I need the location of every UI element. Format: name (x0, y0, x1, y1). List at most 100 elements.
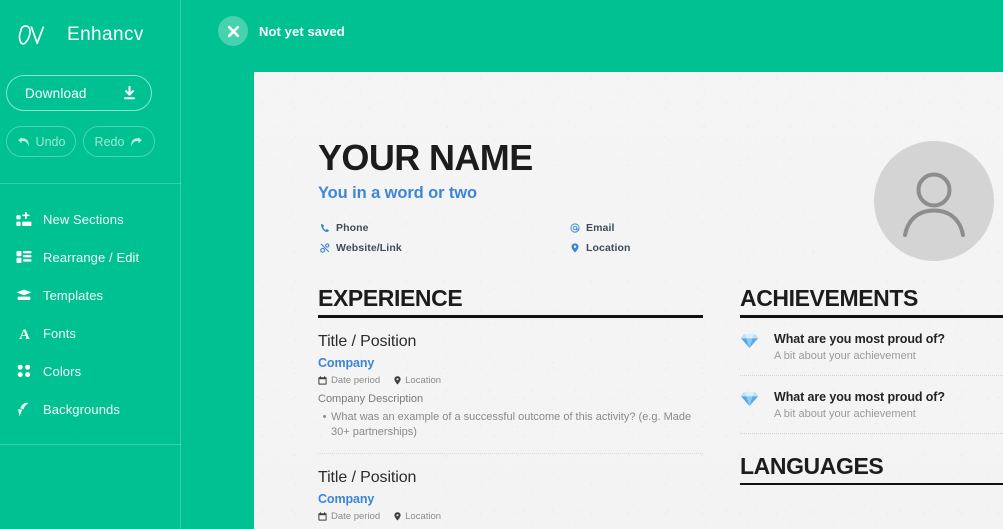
contact-website[interactable]: Website/Link (318, 238, 568, 258)
section-rule (318, 315, 703, 319)
entry-location: Location (405, 374, 442, 386)
entry-company: Company (318, 355, 375, 370)
layout-blocks-icon (14, 248, 34, 266)
contact-block: Phone Email Website/Link Location (318, 218, 718, 258)
contact-phone[interactable]: Phone (318, 218, 568, 238)
contact-label: Location (586, 242, 631, 254)
font-letter-a-icon: A (14, 324, 34, 342)
brand-logo-area[interactable]: Enhancv (18, 20, 144, 50)
sidebar-item-backgrounds[interactable]: Backgrounds (0, 390, 181, 428)
calendar-icon (318, 375, 327, 385)
add-section-icon (14, 210, 34, 228)
color-dots-icon (14, 362, 34, 380)
section-heading-achievements: ACHIEVEMENTS (740, 285, 918, 311)
resume-tagline[interactable]: You in a word or two (318, 184, 477, 203)
diamond-icon (740, 332, 762, 362)
entry-meta: Date period Location (318, 375, 703, 386)
achievement-divider (740, 432, 1003, 434)
contact-label: Website/Link (336, 242, 402, 254)
link-chain-icon (318, 243, 331, 253)
close-x-circle-icon (218, 16, 248, 46)
entry-company: Company (318, 491, 375, 506)
diamond-icon (740, 390, 762, 420)
sidebar-item-label: New Sections (43, 211, 124, 227)
bullet-dot-icon: • (322, 410, 327, 423)
bullet-text: What was an example of a successful outc… (331, 410, 692, 439)
sidebar-divider-top (0, 183, 181, 184)
achievements-column: ACHIEVEMENTS What are you most proud of?… (740, 285, 1003, 486)
achievement-subtitle: A bit about your achievement (774, 407, 916, 420)
entry-bullets: • What was an example of a successful ou… (318, 410, 703, 442)
section-heading-experience: EXPERIENCE (318, 285, 463, 311)
app-root: Enhancv Download Undo Redo New Sections … (0, 0, 1003, 529)
top-bar: Not yet saved (181, 0, 1003, 72)
contact-row: Website/Link Location (318, 238, 718, 258)
sidebar-item-label: Rearrange / Edit (43, 249, 140, 265)
experience-entry[interactable]: Title / Position Company Date period Loc… (318, 333, 703, 441)
resume-canvas[interactable]: YOUR NAME You in a word or two Phone Ema… (254, 72, 1003, 529)
entry-location: Location (405, 510, 442, 522)
save-status-label: Not yet saved (259, 23, 345, 39)
sidebar-item-label: Templates (43, 287, 104, 303)
map-pin-icon (568, 243, 581, 253)
contact-location[interactable]: Location (568, 238, 631, 258)
entry-title: Title / Position (318, 333, 417, 351)
achievement-item[interactable]: What are you most proud of? A bit about … (740, 390, 1003, 420)
sidebar-nav: New Sections Rearrange / Edit Templates … (0, 200, 181, 428)
redo-arrow-icon (130, 136, 143, 148)
undo-button-label: Undo (35, 134, 66, 149)
at-email-icon (568, 223, 581, 233)
entry-divider (318, 453, 703, 455)
entry-description: Company Description (318, 392, 424, 405)
enhancv-cv-logo-icon (18, 24, 58, 46)
sidebar-item-label: Colors (43, 363, 82, 379)
brand-name: Enhancv (67, 24, 144, 45)
avatar[interactable] (874, 141, 994, 261)
entry-date: Date period (331, 510, 381, 522)
sidebar-item-rearrange-edit[interactable]: Rearrange / Edit (0, 238, 181, 276)
achievement-item[interactable]: What are you most proud of? A bit about … (740, 332, 1003, 362)
sidebar-divider-bottom (0, 444, 181, 445)
download-icon (123, 86, 136, 100)
save-status-indicator[interactable]: Not yet saved (218, 16, 345, 46)
sidebar-item-fonts[interactable]: A Fonts (0, 314, 181, 352)
templates-stack-icon (14, 286, 34, 304)
contact-label: Email (586, 222, 615, 234)
contact-label: Phone (336, 222, 369, 234)
achievement-subtitle: A bit about your achievement (774, 349, 916, 362)
phone-icon (318, 223, 331, 233)
achievement-title: What are you most proud of? (774, 331, 945, 346)
download-button[interactable]: Download (6, 75, 152, 111)
bullet-item: • What was an example of a successful ou… (318, 410, 703, 442)
section-heading-languages: LANGUAGES (740, 452, 884, 479)
download-button-label: Download (25, 85, 87, 101)
experience-entry[interactable]: Title / Position Company Date period Loc… (318, 469, 703, 521)
calendar-icon (318, 511, 327, 521)
entry-date: Date period (331, 374, 381, 386)
resume-name[interactable]: YOUR NAME (318, 140, 533, 176)
section-rule (740, 315, 1003, 318)
undo-arrow-icon (17, 136, 30, 148)
sidebar-item-colors[interactable]: Colors (0, 352, 181, 390)
languages-section: LANGUAGES (740, 452, 1003, 486)
sidebar-item-new-sections[interactable]: New Sections (0, 200, 181, 238)
experience-column: EXPERIENCE Title / Position Company Date… (318, 286, 703, 522)
map-pin-icon (394, 375, 401, 385)
sidebar-item-label: Backgrounds (43, 401, 120, 417)
achievement-divider (740, 374, 1003, 376)
contact-row: Phone Email (318, 218, 718, 238)
sidebar-item-label: Fonts (43, 325, 77, 341)
achievement-title: What are you most proud of? (774, 389, 945, 404)
map-pin-icon (394, 512, 401, 521)
paint-roller-icon (14, 400, 34, 418)
section-rule (740, 482, 1003, 486)
contact-email[interactable]: Email (568, 218, 615, 238)
undo-button[interactable]: Undo (6, 126, 76, 157)
entry-title: Title / Position (318, 469, 417, 487)
left-sidebar: Enhancv Download Undo Redo New Sections … (0, 0, 181, 529)
entry-meta: Date period Location (318, 511, 703, 522)
person-placeholder-icon (896, 163, 972, 239)
redo-button[interactable]: Redo (83, 126, 155, 157)
sidebar-item-templates[interactable]: Templates (0, 276, 181, 314)
svg-text:A: A (19, 327, 30, 341)
